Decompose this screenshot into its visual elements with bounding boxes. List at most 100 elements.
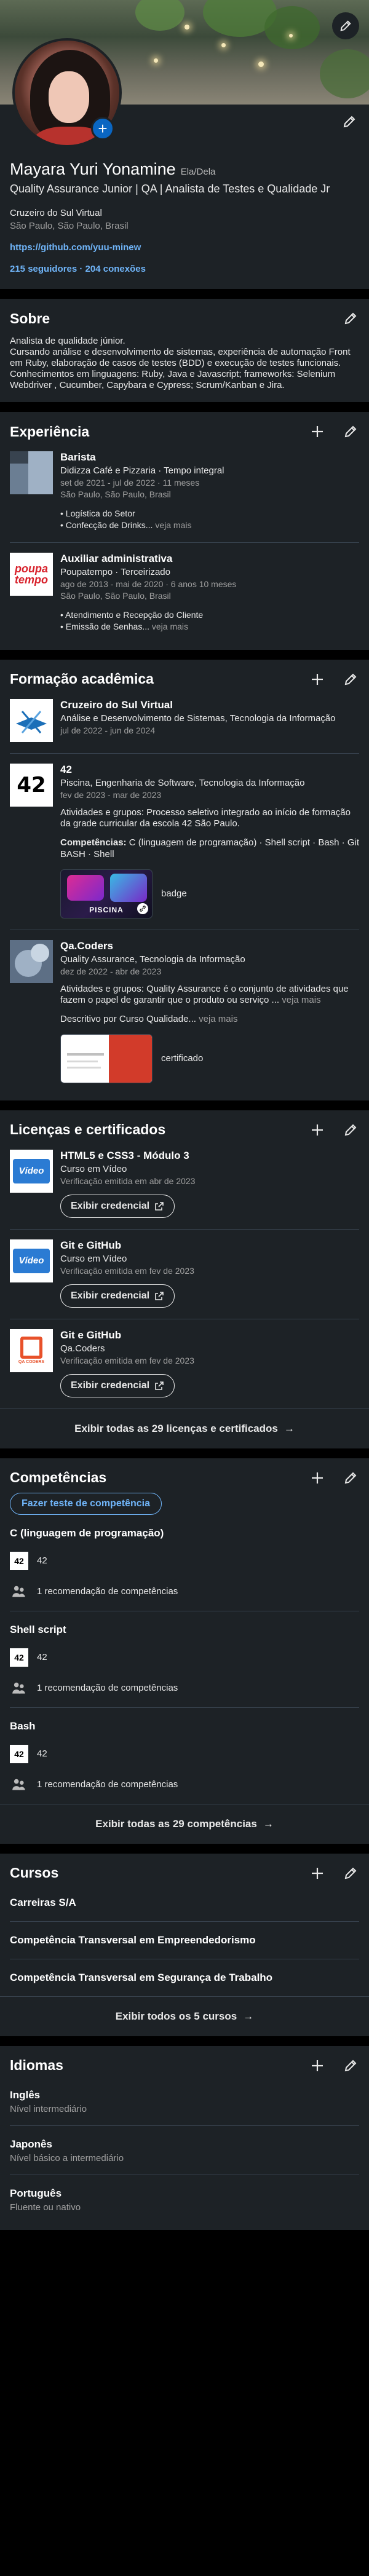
course-item[interactable]: Carreiras S/A xyxy=(10,1884,359,1922)
course-item[interactable]: Competência Transversal em Empreendedori… xyxy=(10,1922,359,1959)
course-item[interactable]: Competência Transversal em Segurança de … xyxy=(10,1959,359,1996)
show-credential-button[interactable]: Exibir credencial xyxy=(60,1194,175,1218)
education-dates: dez de 2022 - abr de 2023 xyxy=(60,966,162,976)
certificate-thumbnail[interactable] xyxy=(60,1033,153,1083)
profile-education[interactable]: Cruzeiro do Sul Virtual xyxy=(10,208,359,218)
profile-intro: Mayara Yuri Yonamine Ela/Dela Quality As… xyxy=(0,105,369,289)
external-link-icon xyxy=(155,1292,164,1300)
show-all-licenses-button[interactable]: Exibir todas as 29 licenças e certificad… xyxy=(0,1408,369,1448)
media-attachment[interactable]: PISCINA badge xyxy=(60,869,359,919)
followers-connections[interactable]: 215 seguidores · 204 conexões xyxy=(10,264,359,279)
profile-headline: Quality Assurance Junior | QA | Analista… xyxy=(10,183,330,195)
edit-license-button[interactable] xyxy=(342,1121,359,1139)
link-icon xyxy=(137,903,148,914)
curso-em-video-logo: Vídeo xyxy=(10,1149,53,1193)
add-skill-button[interactable] xyxy=(309,1469,326,1487)
add-experience-button[interactable] xyxy=(309,423,326,440)
company-name: Poupatempo · Terceirizado xyxy=(60,566,170,577)
cruzeiro-do-sul-logo xyxy=(10,698,53,742)
education-description: Descritivo por Curso Qualidade... veja m… xyxy=(60,1014,359,1025)
license-title: HTML5 e CSS3 - Módulo 3 xyxy=(60,1149,189,1161)
experience-item[interactable]: poupa tempo Auxiliar administrativa Poup… xyxy=(10,542,359,644)
button-label: Exibir credencial xyxy=(71,1380,150,1391)
pencil-icon xyxy=(344,673,357,685)
job-bullet: Emissão de Senhas... xyxy=(65,621,149,631)
license-issuer: Qa.Coders xyxy=(60,1343,105,1354)
edit-education-button[interactable] xyxy=(342,671,359,688)
button-label: Exibir todas as 29 competências xyxy=(95,1817,257,1830)
arrow-right-icon: → xyxy=(243,2010,254,2022)
show-credential-button[interactable]: Exibir credencial xyxy=(60,1373,175,1397)
education-item[interactable]: Cruzeiro do Sul Virtual Análise e Desenv… xyxy=(10,697,359,753)
see-more-link[interactable]: veja mais xyxy=(152,622,188,631)
license-item[interactable]: QA CODERS Git e GitHub Qa.Coders Verific… xyxy=(10,1318,359,1409)
school-42-logo: 42 xyxy=(10,1551,28,1570)
badge-thumbnail[interactable]: PISCINA xyxy=(60,869,153,919)
pencil-icon xyxy=(344,1867,357,1879)
section-title: Cursos xyxy=(10,1865,59,1881)
pencil-icon xyxy=(344,1124,357,1136)
edit-courses-button[interactable] xyxy=(342,1865,359,1882)
plus-icon xyxy=(312,1472,323,1484)
language-name: Inglês xyxy=(10,2088,41,2101)
see-more-link[interactable]: veja mais xyxy=(199,1014,237,1024)
education-item[interactable]: Qa.Coders Quality Assurance, Tecnologia … xyxy=(10,929,359,1094)
skill-item[interactable]: C (linguagem de programação) 42 42 1 rec… xyxy=(10,1515,359,1611)
education-section: Formação acadêmica Cruzeiro do Sul Virtu… xyxy=(0,659,369,1100)
license-item[interactable]: Vídeo HTML5 e CSS3 - Módulo 3 Curso em V… xyxy=(10,1147,359,1229)
skills-label: Competências: xyxy=(60,837,127,848)
license-item[interactable]: Vídeo Git e GitHub Curso em Vídeo Verifi… xyxy=(10,1228,359,1319)
see-more-link[interactable]: veja mais xyxy=(282,995,320,1005)
profile-location: São Paulo, São Paulo, Brasil xyxy=(10,221,129,231)
description-text: Descritivo por Curso Qualidade... xyxy=(60,1014,196,1025)
show-all-courses-button[interactable]: Exibir todos os 5 cursos → xyxy=(0,1996,369,2036)
skill-source: 42 xyxy=(37,1555,47,1567)
github-link[interactable]: https://github.com/yuu-minew xyxy=(10,242,359,253)
skill-endorsements[interactable]: 1 recomendação de competências xyxy=(37,1779,178,1790)
edit-skills-button[interactable] xyxy=(342,1469,359,1487)
add-course-button[interactable] xyxy=(309,1865,326,1882)
section-title: Licenças e certificados xyxy=(10,1121,166,1138)
add-language-button[interactable] xyxy=(309,2057,326,2074)
section-title: Idiomas xyxy=(10,2057,63,2074)
school-42-logo: 42 xyxy=(10,1744,28,1763)
about-text: Analista de qualidade júnior. Cursando a… xyxy=(10,336,359,396)
people-icon xyxy=(10,1582,28,1601)
job-dates: ago de 2013 - mai de 2020 · 6 anos 10 me… xyxy=(60,579,237,589)
people-icon xyxy=(10,1776,28,1794)
skill-assessment-button[interactable]: Fazer teste de competência xyxy=(10,1492,162,1515)
see-more-link[interactable]: veja mais xyxy=(155,520,191,530)
media-attachment[interactable]: certificado xyxy=(60,1033,359,1083)
edit-intro-button[interactable] xyxy=(341,113,358,130)
edit-about-button[interactable] xyxy=(342,310,359,327)
edit-experience-button[interactable] xyxy=(342,423,359,440)
school-42-logo: 42 xyxy=(10,763,53,807)
external-link-icon xyxy=(155,1202,164,1211)
skill-source: 42 xyxy=(37,1652,47,1663)
edit-banner-button[interactable] xyxy=(332,12,359,39)
language-name: Português xyxy=(10,2187,62,2199)
education-item[interactable]: 42 42 Piscina, Engenharia de Software, T… xyxy=(10,753,359,930)
license-date: Verificação emitida em fev de 2023 xyxy=(60,1265,194,1276)
show-credential-button[interactable]: Exibir credencial xyxy=(60,1284,175,1308)
pencil-icon xyxy=(344,2060,357,2072)
logo-text: 42 xyxy=(17,772,46,797)
experience-item[interactable]: Barista Didizza Café e Pizzaria · Tempo … xyxy=(10,449,359,542)
add-education-button[interactable] xyxy=(309,671,326,688)
skill-name: Bash xyxy=(10,1720,36,1732)
school-name: Cruzeiro do Sul Virtual xyxy=(60,698,173,711)
skill-item[interactable]: Bash 42 42 1 recomendação de competência… xyxy=(10,1708,359,1804)
license-issuer: Curso em Vídeo xyxy=(60,1253,127,1264)
show-all-skills-button[interactable]: Exibir todas as 29 competências → xyxy=(0,1803,369,1844)
profile-page: + Mayara Yuri Yonamine Ela/Dela Quality … xyxy=(0,0,369,2576)
add-license-button[interactable] xyxy=(309,1121,326,1139)
button-label: Exibir credencial xyxy=(71,1290,150,1301)
edit-languages-button[interactable] xyxy=(342,2057,359,2074)
skill-endorsements[interactable]: 1 recomendação de competências xyxy=(37,1586,178,1597)
skill-endorsements[interactable]: 1 recomendação de competências xyxy=(37,1683,178,1693)
license-issuer: Curso em Vídeo xyxy=(60,1163,127,1174)
language-level: Nível intermediário xyxy=(10,2103,87,2114)
plus-icon xyxy=(312,1867,323,1879)
skill-item[interactable]: Shell script 42 42 1 recomendação de com… xyxy=(10,1611,359,1708)
banner-foliage xyxy=(135,0,184,31)
